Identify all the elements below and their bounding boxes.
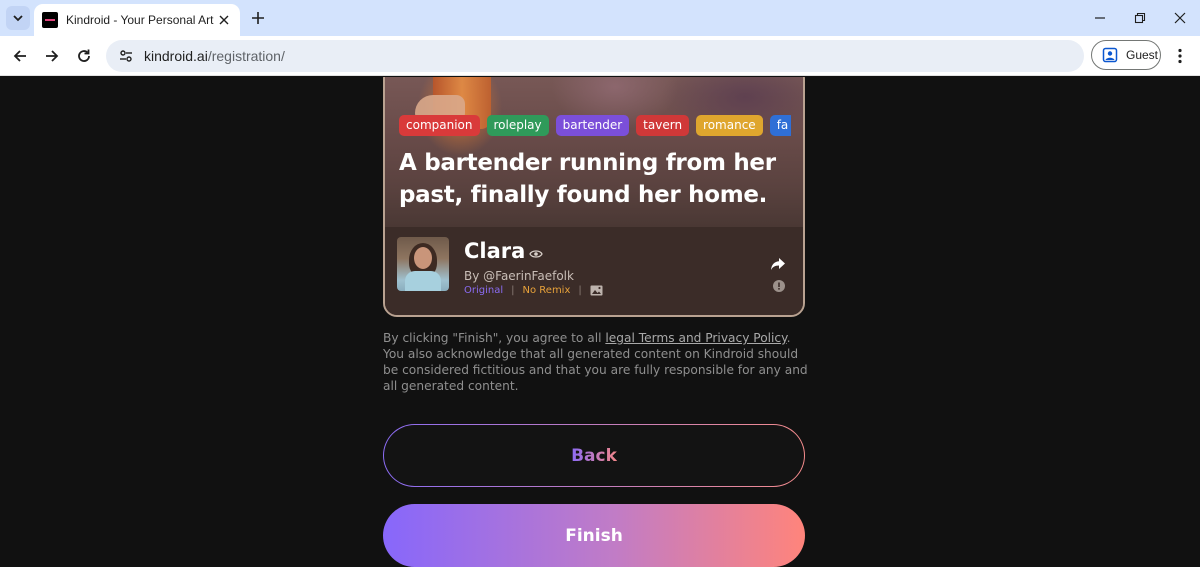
url-host: kindroid.ai — [144, 48, 208, 64]
tag-roleplay: roleplay — [486, 115, 549, 136]
character-tagline: A bartender running from her past, final… — [399, 150, 776, 208]
avatar-body — [405, 271, 441, 291]
share-icon[interactable] — [770, 257, 786, 271]
url-text: kindroid.ai/registration/ — [144, 48, 285, 64]
back-button[interactable]: Back — [383, 424, 805, 487]
tab-close-button[interactable] — [216, 12, 232, 28]
more-vertical-icon — [1178, 48, 1182, 64]
address-bar[interactable]: kindroid.ai/registration/ — [106, 40, 1084, 72]
browser-menu-button[interactable] — [1168, 42, 1192, 70]
reload-icon — [78, 49, 90, 62]
terms-disclaimer: By clicking "Finish", you agree to all l… — [383, 330, 808, 394]
close-window-button[interactable] — [1160, 4, 1200, 32]
character-author: By @FaerinFaefolk — [464, 269, 574, 283]
profile-button[interactable]: Guest — [1091, 40, 1161, 70]
restore-button[interactable] — [1120, 4, 1160, 32]
avatar-face — [414, 247, 432, 269]
kindroid-favicon-icon — [42, 12, 58, 28]
no-remix-badge: No Remix — [522, 285, 571, 296]
profile-label: Guest — [1126, 48, 1159, 62]
eye-icon — [529, 250, 543, 258]
tab-title: Kindroid - Your Personal Artific — [66, 13, 214, 27]
back-button-inner: Back — [384, 425, 804, 486]
new-tab-button[interactable] — [246, 6, 270, 30]
tag-bartender: bartender — [555, 115, 630, 136]
card-footer: Clara By @FaerinFaefolk Original | No Re… — [385, 227, 803, 315]
finish-button-label: Finish — [565, 525, 623, 546]
page-scrollbar[interactable] — [1192, 77, 1200, 567]
meta-separator: | — [578, 285, 582, 296]
page-viewport: companion roleplay bartender tavern roma… — [0, 77, 1200, 567]
plus-icon — [252, 12, 264, 24]
tune-icon — [120, 50, 132, 62]
tag-romance: romance — [696, 115, 763, 136]
kindroid-character-card[interactable]: companion roleplay bartender tavern roma… — [383, 77, 805, 317]
disclaimer-text-start: By clicking "Finish", you agree to all — [383, 331, 606, 345]
url-path: /registration/ — [207, 48, 285, 64]
forward-nav-button[interactable] — [38, 42, 66, 70]
info-icon[interactable] — [773, 280, 785, 292]
reload-button[interactable] — [70, 42, 98, 70]
back-button-label: Back — [571, 445, 617, 466]
close-icon — [219, 15, 229, 25]
avatar — [397, 237, 449, 291]
finish-button[interactable]: Finish — [383, 504, 805, 567]
site-info-button[interactable] — [116, 46, 136, 66]
character-name: Clara — [464, 239, 526, 263]
image-icon — [590, 285, 603, 296]
close-icon — [1174, 12, 1186, 24]
minimize-icon — [1095, 17, 1105, 19]
tag-truncated: fa — [769, 115, 791, 136]
tag-companion: companion — [399, 115, 480, 136]
browser-toolbar: kindroid.ai/registration/ Guest — [0, 36, 1200, 76]
tab-search-button[interactable] — [6, 6, 30, 30]
tag-list: companion roleplay bartender tavern roma… — [399, 115, 791, 137]
profile-icon — [1102, 47, 1118, 63]
arrow-left-icon — [13, 50, 26, 62]
back-nav-button[interactable] — [6, 42, 34, 70]
arrow-right-icon — [46, 50, 59, 62]
terms-privacy-link[interactable]: legal Terms and Privacy Policy — [605, 331, 786, 345]
meta-separator: | — [511, 285, 515, 296]
original-badge: Original — [464, 285, 504, 296]
browser-tab-bar: Kindroid - Your Personal Artific — [0, 0, 1200, 36]
character-meta: Original | No Remix | — [464, 285, 603, 296]
tag-tavern: tavern — [636, 115, 690, 136]
browser-tab[interactable]: Kindroid - Your Personal Artific — [34, 4, 240, 36]
minimize-button[interactable] — [1080, 4, 1120, 32]
restore-icon — [1134, 12, 1146, 24]
chevron-down-icon — [13, 15, 23, 22]
